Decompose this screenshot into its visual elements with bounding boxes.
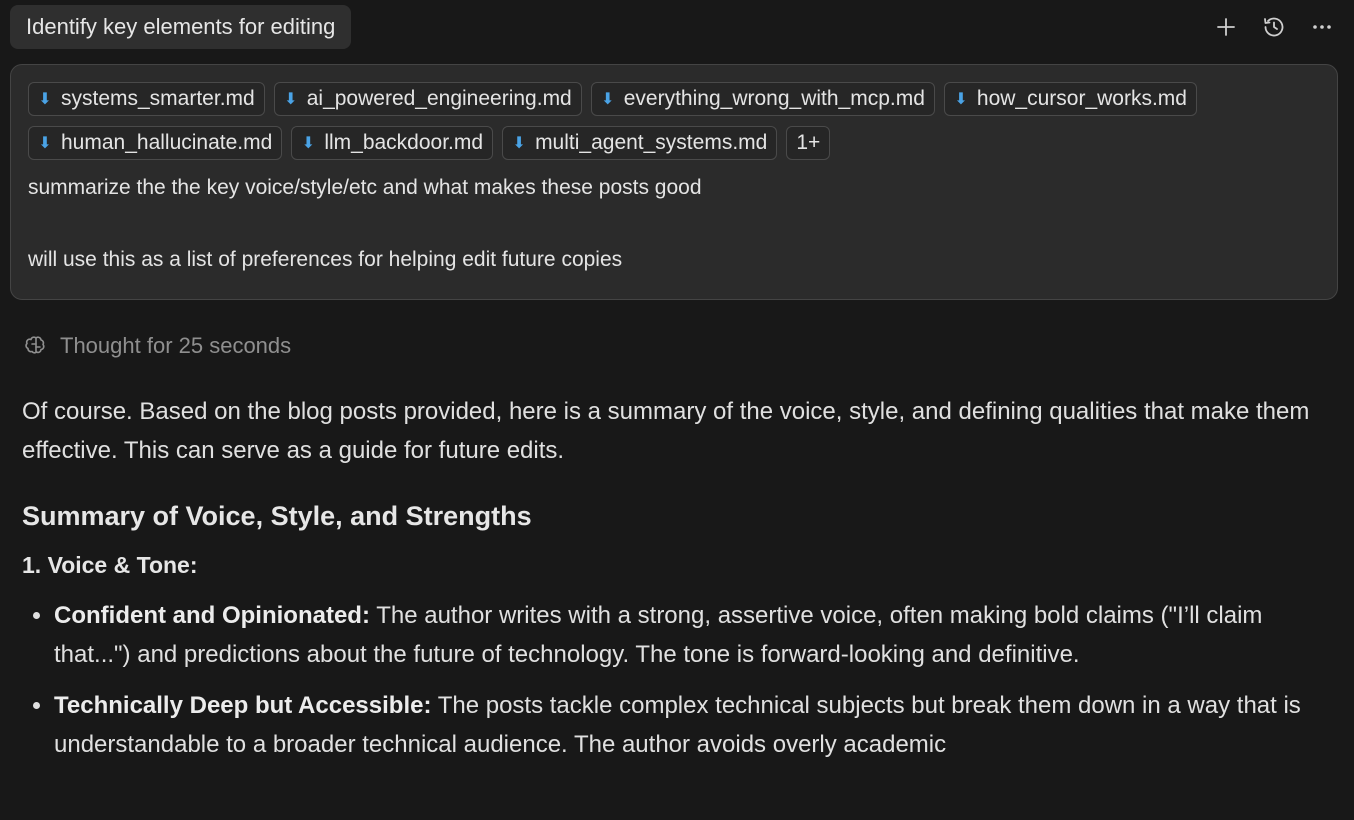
attachment-chip[interactable]: ⬇ human_hallucinate.md — [28, 126, 283, 160]
attachment-filename: llm_backdoor.md — [324, 131, 484, 154]
chat-header: Identify key elements for editing — [0, 0, 1354, 56]
assistant-response: Of course. Based on the blog posts provi… — [22, 392, 1322, 776]
more-attachments-chip[interactable]: 1+ — [786, 126, 831, 160]
attachment-chip[interactable]: ⬇ ai_powered_engineering.md — [273, 82, 582, 116]
response-heading: Summary of Voice, Style, and Strengths — [22, 501, 532, 531]
attachment-chip[interactable]: ⬇ llm_backdoor.md — [291, 126, 494, 160]
brain-icon — [25, 336, 45, 354]
prompt-text: summarize the the key voice/style/etc an… — [28, 174, 1320, 274]
ellipsis-icon — [1313, 25, 1331, 29]
bullet-list: Confident and Opinionated: The author wr… — [22, 596, 1322, 764]
markdown-file-icon: ⬇ — [38, 135, 52, 152]
attachment-chip[interactable]: ⬇ multi_agent_systems.md — [502, 126, 778, 160]
bullet-title: Technically Deep but Accessible: — [54, 692, 432, 719]
attachment-chip[interactable]: ⬇ everything_wrong_with_mcp.md — [590, 82, 935, 116]
response-intro: Of course. Based on the blog posts provi… — [22, 398, 1310, 464]
markdown-file-icon: ⬇ — [954, 91, 968, 108]
user-prompt-box[interactable]: ⬇ systems_smarter.md ⬇ ai_powered_engine… — [10, 64, 1338, 300]
history-icon — [1264, 17, 1284, 37]
chat-title[interactable]: Identify key elements for editing — [10, 5, 352, 49]
plus-icon — [1217, 18, 1235, 36]
attachment-filename: how_cursor_works.md — [976, 87, 1187, 110]
attachment-chip[interactable]: ⬇ systems_smarter.md — [28, 82, 265, 116]
attachment-filename: ai_powered_engineering.md — [306, 87, 572, 110]
markdown-file-icon: ⬇ — [38, 91, 52, 108]
attachment-filename: everything_wrong_with_mcp.md — [623, 87, 925, 110]
thought-toggle[interactable]: Thought for 25 seconds — [22, 330, 291, 362]
list-item: Confident and Opinionated: The author wr… — [54, 596, 1322, 674]
attachment-filename: human_hallucinate.md — [61, 131, 273, 154]
thought-label: Thought for 25 seconds — [60, 333, 292, 358]
bullet-title: Confident and Opinionated: — [54, 602, 370, 629]
markdown-file-icon: ⬇ — [301, 135, 316, 152]
section-heading: 1. Voice & Tone: — [22, 552, 198, 578]
attachment-chips: ⬇ systems_smarter.md ⬇ ai_powered_engine… — [28, 82, 1308, 160]
markdown-file-icon: ⬇ — [512, 135, 526, 152]
attachment-filename: multi_agent_systems.md — [535, 131, 768, 154]
attachment-filename: systems_smarter.md — [61, 87, 255, 110]
header-actions — [1208, 8, 1340, 46]
prompt-line: will use this as a list of preferences f… — [28, 248, 623, 271]
prompt-line: summarize the the key voice/style/etc an… — [28, 176, 702, 199]
new-chat-button[interactable] — [1208, 8, 1244, 46]
list-item: Technically Deep but Accessible: The pos… — [54, 686, 1322, 764]
history-button[interactable] — [1256, 8, 1292, 46]
markdown-file-icon: ⬇ — [601, 91, 615, 108]
markdown-file-icon: ⬇ — [284, 91, 298, 108]
more-button[interactable] — [1304, 8, 1340, 46]
attachment-chip[interactable]: ⬇ how_cursor_works.md — [943, 82, 1197, 116]
